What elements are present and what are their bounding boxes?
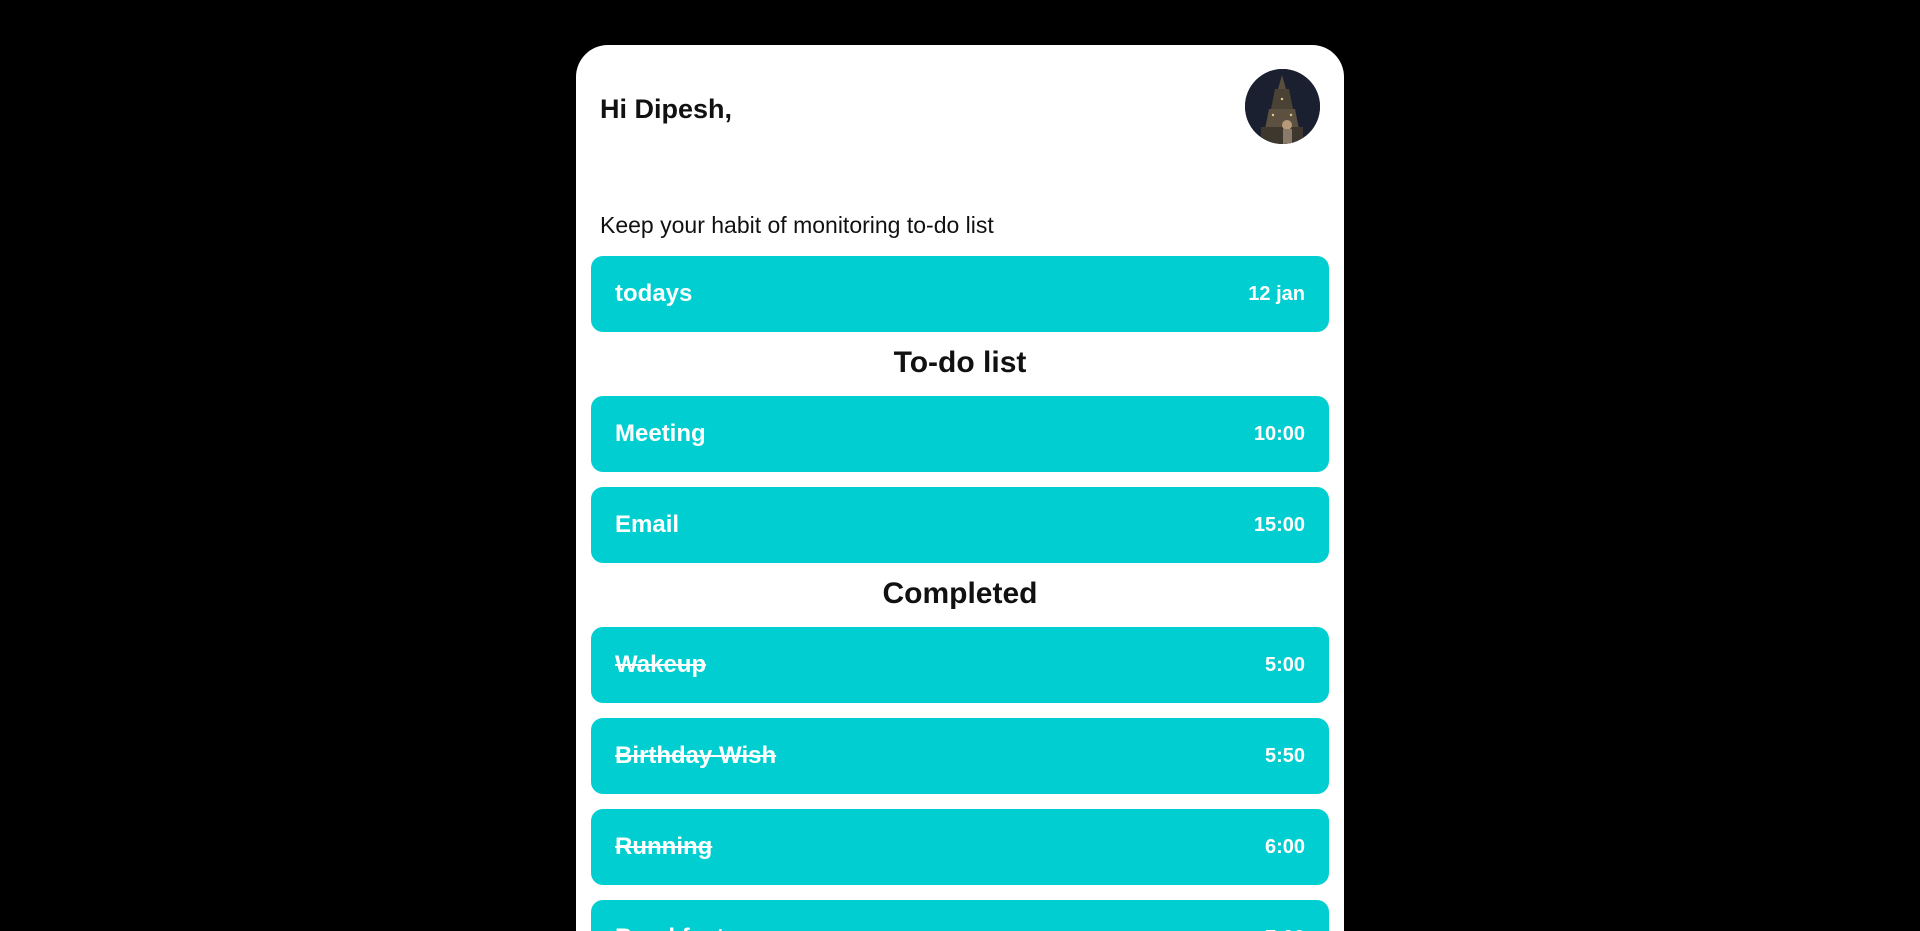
completed-item[interactable]: Wakeup 5:00 bbox=[591, 627, 1329, 703]
todo-item[interactable]: Meeting 10:00 bbox=[591, 396, 1329, 472]
completed-item-label: Breakfast bbox=[615, 900, 724, 931]
today-date: 12 jan bbox=[1248, 283, 1305, 305]
greeting: Hi Dipesh, bbox=[600, 94, 733, 124]
completed-item[interactable]: Birthday Wish 5:50 bbox=[591, 718, 1329, 794]
completed-item-time: 7:00 bbox=[1265, 900, 1305, 931]
todo-item-time: 15:00 bbox=[1253, 514, 1305, 536]
completed-item-label: Wakeup bbox=[615, 651, 707, 678]
completed-item-time: 5:50 bbox=[1264, 745, 1305, 767]
today-label: todays bbox=[615, 280, 693, 307]
completed-item-time: 6:00 bbox=[1264, 836, 1305, 858]
completed-item-label: Running bbox=[615, 833, 713, 860]
completed-item-time: 5:00 bbox=[1264, 654, 1305, 676]
todo-section-title: To-do list bbox=[893, 346, 1027, 379]
completed-item[interactable]: Breakfast 7:00 bbox=[591, 900, 1329, 931]
todo-item[interactable]: Email 15:00 bbox=[591, 487, 1329, 563]
header: Hi Dipesh, bbox=[600, 69, 1320, 145]
subtitle: Keep your habit of monitoring to-do list bbox=[600, 212, 994, 238]
completed-section-title: Completed bbox=[882, 577, 1038, 610]
todo-item-label: Meeting bbox=[615, 420, 706, 447]
todo-item-label: Email bbox=[615, 511, 680, 538]
completed-item-label: Birthday Wish bbox=[615, 742, 777, 769]
app-card: Hi Dipesh, Keep your habit of monitoring… bbox=[576, 45, 1344, 931]
completed-item[interactable]: Running 6:00 bbox=[591, 809, 1329, 885]
todo-item-time: 10:00 bbox=[1253, 423, 1305, 445]
today-card[interactable]: todays 12 jan bbox=[591, 256, 1329, 332]
avatar-photo-icon bbox=[1245, 69, 1320, 144]
avatar[interactable] bbox=[1245, 69, 1320, 144]
